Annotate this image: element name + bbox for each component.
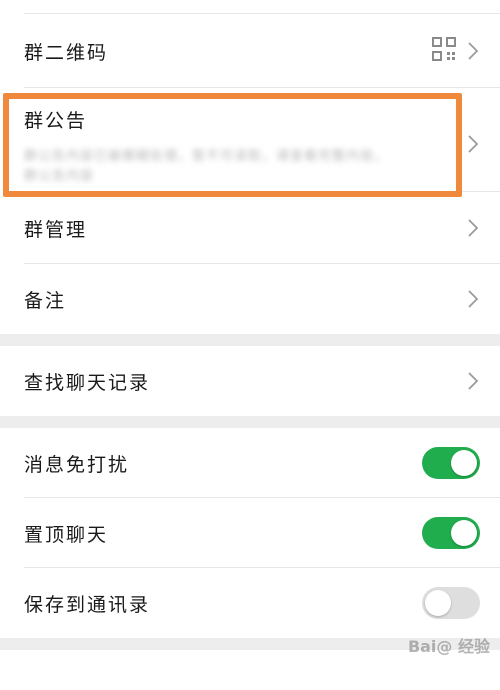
group-notice-body: 群公告 群公告内容已被模糊处理，暂不可读取，请查看完整内容。 群公告内容 xyxy=(24,106,456,187)
settings-page: 群二维码 群公告 群公告内容已被模糊处理，暂不可读取，请查看完整内容。 群公告内… xyxy=(0,0,500,690)
search-section: 查找聊天记录 xyxy=(0,346,500,416)
chevron-right-icon xyxy=(466,371,480,391)
search-history-row[interactable]: 查找聊天记录 xyxy=(0,346,500,416)
mute-label: 消息免打扰 xyxy=(24,453,130,476)
group-manage-row[interactable]: 群管理 xyxy=(0,192,500,264)
save-contacts-row: 保存到通讯录 xyxy=(0,568,500,638)
toggle-knob xyxy=(451,450,477,476)
chevron-right-icon xyxy=(466,41,480,61)
save-contacts-toggle[interactable] xyxy=(422,587,480,619)
toggle-knob xyxy=(451,520,477,546)
qr-code-icon xyxy=(432,36,456,66)
chevron-right-icon xyxy=(466,218,480,238)
pin-toggle[interactable] xyxy=(422,517,480,549)
toggles-section: 消息免打扰 置顶聊天 保存到通讯录 xyxy=(0,428,500,638)
group-notice-label: 群公告 xyxy=(24,110,88,132)
pin-row: 置顶聊天 xyxy=(0,498,500,568)
chevron-right-icon xyxy=(466,134,480,154)
group-notice-text-line1: 群公告内容已被模糊处理，暂不可读取，请查看完整内容。 xyxy=(24,149,389,164)
chevron-right-icon xyxy=(466,289,480,309)
mute-toggle[interactable] xyxy=(422,447,480,479)
remark-label: 备注 xyxy=(24,289,67,312)
group-qr-row[interactable]: 群二维码 xyxy=(0,14,500,88)
group-info-section: 群二维码 群公告 群公告内容已被模糊处理，暂不可读取，请查看完整内容。 群公告内… xyxy=(0,14,500,334)
toggle-knob xyxy=(425,590,451,616)
mute-row: 消息免打扰 xyxy=(0,428,500,498)
search-history-label: 查找聊天记录 xyxy=(24,371,151,394)
watermark: Bai@ 经验 xyxy=(407,637,490,656)
remark-row[interactable]: 备注 xyxy=(0,264,500,334)
group-qr-label: 群二维码 xyxy=(24,41,109,64)
section-gap xyxy=(0,416,500,428)
top-strip xyxy=(0,0,500,14)
group-notice-text-line2: 群公告内容 xyxy=(24,169,95,184)
section-gap xyxy=(0,334,500,346)
save-contacts-label: 保存到通讯录 xyxy=(24,593,151,616)
group-notice-row[interactable]: 群公告 群公告内容已被模糊处理，暂不可读取，请查看完整内容。 群公告内容 xyxy=(0,88,500,192)
pin-label: 置顶聊天 xyxy=(24,523,109,546)
group-manage-label: 群管理 xyxy=(24,218,88,241)
